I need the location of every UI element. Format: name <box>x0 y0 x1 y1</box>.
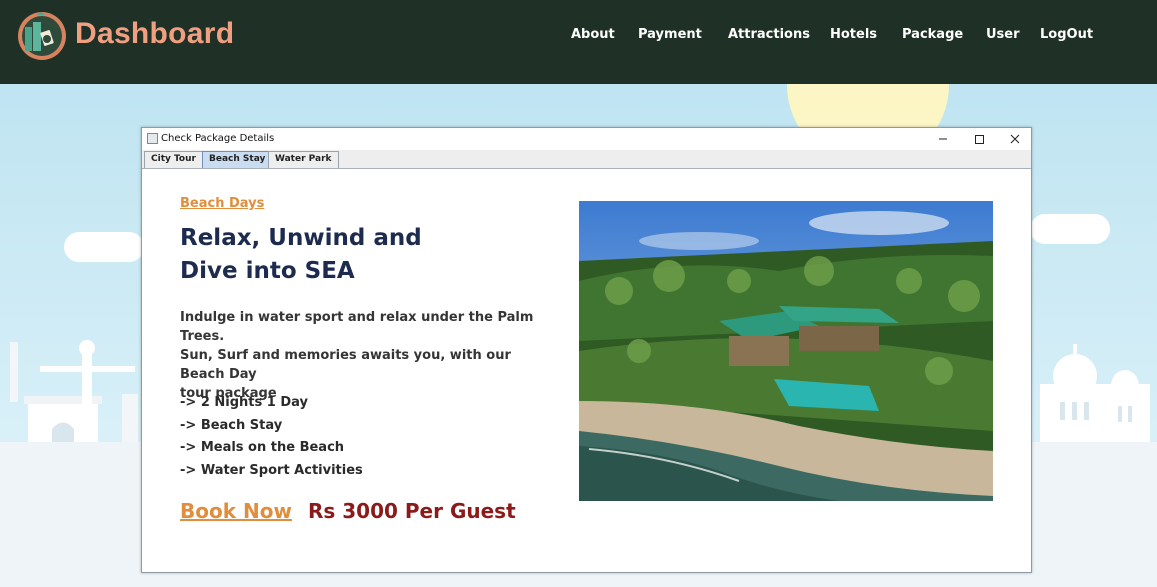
tab-city-tour[interactable]: City Tour <box>144 151 203 168</box>
package-tabs: City Tour Beach Stay Water Park <box>142 150 1031 169</box>
nav-payment[interactable]: Payment <box>638 27 702 42</box>
package-headline: Relax, Unwind and Dive into SEA <box>180 222 422 288</box>
brand-title: Dashboard <box>75 17 235 50</box>
top-nav-bar: Dashboard About Payment Attractions Hote… <box>0 0 1157 84</box>
nav-about[interactable]: About <box>571 27 615 42</box>
beach-resort-photo <box>579 201 993 501</box>
headline-line-2: Dive into SEA <box>180 258 355 284</box>
minimize-icon <box>939 138 947 140</box>
maximize-icon <box>975 135 984 144</box>
maximize-button[interactable] <box>961 128 997 150</box>
package-details-window: Check Package Details City Tour Beach St… <box>141 127 1032 573</box>
package-description: Indulge in water sport and relax under t… <box>180 308 550 403</box>
feature-item: -> Beach Stay <box>180 417 283 433</box>
description-line-2: Sun, Surf and memories awaits you, with … <box>180 348 511 382</box>
close-button[interactable] <box>997 128 1033 150</box>
window-titlebar[interactable]: Check Package Details <box>142 128 1031 150</box>
travel-logo-icon[interactable] <box>17 11 67 61</box>
feature-item: -> 2 Nights 1 Day <box>180 395 308 410</box>
description-line-1: Indulge in water sport and relax under t… <box>180 310 534 344</box>
package-content: Beach Days Relax, Unwind and Dive into S… <box>142 170 1031 572</box>
nav-package[interactable]: Package <box>902 27 963 42</box>
headline-line-1: Relax, Unwind and <box>180 225 422 251</box>
minimize-button[interactable] <box>925 128 961 150</box>
cloud-decoration <box>1030 214 1110 244</box>
feature-item: -> Water Sport Activities <box>180 462 363 478</box>
right-palace-decoration <box>1040 344 1150 454</box>
cloud-decoration <box>64 232 144 262</box>
nav-logout[interactable]: LogOut <box>1040 27 1093 42</box>
nav-hotels[interactable]: Hotels <box>830 27 877 42</box>
close-icon <box>1010 134 1020 144</box>
package-price: Rs 3000 Per Guest <box>308 499 516 523</box>
window-title: Check Package Details <box>161 133 275 144</box>
java-app-icon <box>147 133 158 144</box>
package-features: -> 2 Nights 1 Day -> Beach Stay -> Meals… <box>180 392 363 482</box>
nav-attractions[interactable]: Attractions <box>728 27 810 42</box>
tab-beach-stay[interactable]: Beach Stay <box>202 151 273 168</box>
package-subtitle[interactable]: Beach Days <box>180 196 264 211</box>
nav-user[interactable]: User <box>986 27 1020 42</box>
tab-water-park[interactable]: Water Park <box>268 151 339 168</box>
left-monuments-decoration <box>10 340 138 454</box>
book-now-link[interactable]: Book Now <box>180 499 292 523</box>
feature-item: -> Meals on the Beach <box>180 440 345 455</box>
